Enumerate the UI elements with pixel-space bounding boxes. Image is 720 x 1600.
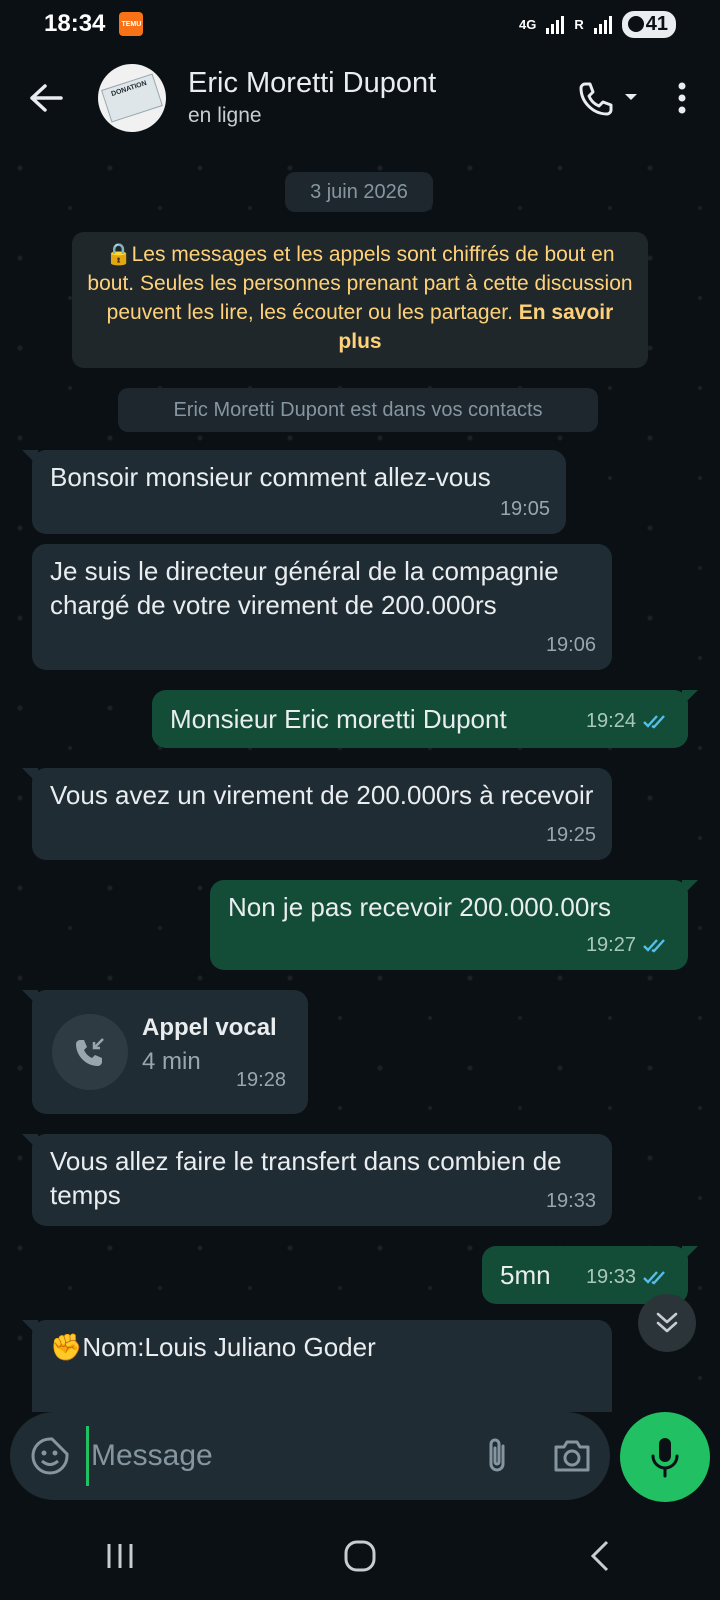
message-bubble-incoming[interactable]: Vous allez faire le transfert dans combi… (22, 1134, 612, 1226)
sticker-icon (31, 1437, 69, 1475)
double-check-icon (643, 715, 665, 729)
voice-call-button[interactable] (564, 68, 650, 128)
battery-saver-icon (627, 16, 644, 32)
message-text: Vous avez un virement de 200.000rs à rec… (50, 780, 594, 810)
phone-icon (579, 82, 637, 116)
recent-apps-button[interactable] (75, 1526, 165, 1586)
camera-button[interactable] (552, 1429, 592, 1483)
contact-avatar[interactable]: DONATION (98, 64, 166, 132)
message-bubble-incoming[interactable]: Vous avez un virement de 200.000rs à rec… (22, 768, 612, 860)
chat-header: DONATION Eric Moretti Dupont en ligne (0, 48, 720, 148)
message-time: 19:05 (499, 498, 550, 520)
network-type: 4G (519, 16, 537, 32)
message-time: 19:24 (585, 710, 636, 732)
more-vertical-icon (678, 82, 686, 114)
signal-icon-2 (593, 14, 612, 34)
back-button[interactable] (16, 68, 76, 128)
camera-icon (554, 1440, 590, 1472)
message-text: Je suis le directeur général de la compa… (50, 556, 559, 620)
contact-name: Eric Moretti Dupont (188, 67, 437, 99)
status-bar: 18:34 TEMU 4G R 41 (0, 0, 720, 48)
message-composer (10, 1412, 610, 1500)
arrow-left-icon (30, 84, 63, 112)
contact-info[interactable]: Eric Moretti Dupont en ligne (188, 65, 564, 131)
nav-back-button[interactable] (555, 1526, 645, 1586)
call-time: 19:28 (235, 1069, 286, 1091)
message-bubble-incoming[interactable]: Je suis le directeur général de la compa… (32, 544, 612, 670)
sticker-button[interactable] (30, 1429, 70, 1483)
message-text: 5mn (500, 1260, 551, 1290)
chevron-left-icon (590, 1540, 609, 1572)
contact-status: en ligne (188, 104, 262, 127)
encryption-notice[interactable]: 🔒Les messages et les appels sont chiffré… (72, 232, 648, 368)
scroll-to-bottom-button[interactable] (638, 1294, 696, 1352)
temu-notification-icon: TEMU (119, 12, 144, 36)
message-text: Non je pas recevoir 200.000.00rs (228, 892, 612, 922)
chat-area[interactable]: 3 juin 2026 🔒Les messages et les appels … (0, 148, 720, 1412)
recent-apps-icon (107, 1544, 133, 1568)
chevron-down-icon (625, 94, 637, 100)
voice-call-bubble[interactable]: Appel vocal 4 min 19:28 (22, 990, 308, 1114)
more-options-button[interactable] (662, 68, 702, 128)
message-bubble-incoming[interactable]: ✊Nom:Louis Juliano Goder (22, 1320, 612, 1412)
message-text: Bonsoir monsieur comment allez-vous (50, 462, 491, 492)
double-check-icon (643, 1271, 665, 1285)
call-title: Appel vocal (142, 1014, 277, 1041)
message-time: 19:27 (585, 934, 636, 956)
message-time: 19:33 (545, 1190, 596, 1212)
date-separator: 3 juin 2026 (285, 172, 433, 212)
contact-notice: Eric Moretti Dupont est dans vos contact… (118, 388, 598, 432)
double-chevron-down-icon (656, 1312, 678, 1333)
message-bubble-outgoing[interactable]: Monsieur Eric moretti Dupont 19:24 (152, 690, 698, 748)
message-text: Monsieur Eric moretti Dupont (170, 704, 507, 734)
message-bubble-incoming[interactable]: Bonsoir monsieur comment allez-vous 19:0… (22, 450, 566, 534)
double-check-icon (643, 939, 665, 953)
system-navigation-bar (0, 1512, 720, 1600)
composer (0, 1412, 720, 1512)
home-icon (344, 1540, 376, 1572)
microphone-icon (651, 1438, 679, 1478)
status-indicators: 4G R 41 (519, 10, 676, 38)
message-time: 19:25 (545, 824, 596, 846)
message-bubble-outgoing[interactable]: Non je pas recevoir 200.000.00rs 19:27 (210, 880, 698, 970)
message-time: 19:06 (545, 634, 596, 656)
status-time: 18:34 (44, 10, 106, 37)
message-text: ✊Nom:Louis Juliano Goder (50, 1332, 376, 1362)
home-button[interactable] (315, 1526, 405, 1586)
attach-button[interactable] (477, 1429, 516, 1483)
avatar-image: DONATION (101, 73, 163, 123)
missed-call-icon (52, 1014, 128, 1090)
sim-label: R (574, 16, 584, 32)
battery-indicator: 41 (621, 10, 676, 38)
paperclip-icon (489, 1438, 504, 1472)
message-text: Vous allez faire le transfert dans combi… (50, 1146, 562, 1210)
call-duration: 4 min (142, 1048, 201, 1075)
message-time: 19:33 (585, 1266, 636, 1288)
battery-level: 41 (645, 12, 668, 35)
signal-icon (546, 14, 565, 34)
message-input[interactable] (86, 1426, 477, 1486)
voice-record-button[interactable] (620, 1412, 710, 1502)
lock-icon: 🔒 (105, 243, 132, 266)
